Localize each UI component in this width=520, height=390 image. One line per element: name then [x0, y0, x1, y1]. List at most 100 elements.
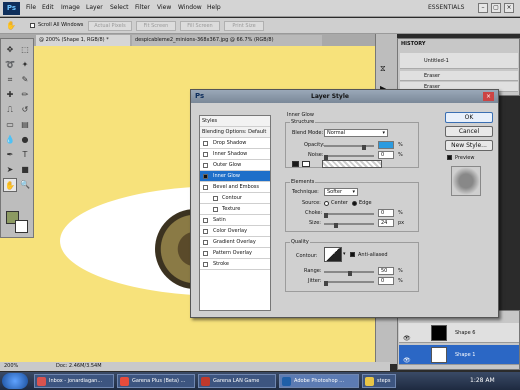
hand-tool-icon[interactable]: ✋	[3, 178, 17, 192]
menu-image[interactable]: Image	[61, 4, 80, 11]
glow-color-swatch[interactable]	[302, 161, 310, 167]
choke-slider[interactable]	[324, 213, 374, 215]
preview-checkbox[interactable]	[447, 155, 452, 160]
type-tool-icon[interactable]: T	[18, 148, 32, 162]
actual-pixels-button[interactable]: Actual Pixels	[88, 21, 132, 31]
taskbar-item-inbox[interactable]: Inbox - jonardiagan...	[34, 374, 114, 388]
styles-header[interactable]: Styles	[200, 116, 270, 127]
style-checkbox[interactable]	[203, 174, 208, 179]
source-center-radio[interactable]	[324, 201, 329, 206]
start-button[interactable]	[2, 373, 28, 389]
menu-filter[interactable]: Filter	[135, 4, 150, 11]
style-item[interactable]: Outer Glow	[200, 160, 270, 171]
style-checkbox[interactable]	[203, 218, 208, 223]
technique-select[interactable]: Softer ▾	[324, 188, 358, 196]
history-row[interactable]: Eraser	[400, 71, 518, 81]
anti-aliased-checkbox[interactable]	[350, 252, 355, 257]
style-checkbox[interactable]	[203, 152, 208, 157]
menu-edit[interactable]: Edit	[42, 4, 54, 11]
style-item[interactable]: Texture	[200, 204, 270, 215]
style-item[interactable]: Stroke	[200, 259, 270, 270]
size-slider-knob[interactable]	[334, 223, 338, 228]
jitter-slider-knob[interactable]	[324, 281, 328, 286]
menu-layer[interactable]: Layer	[86, 4, 103, 11]
dodge-tool-icon[interactable]: ●	[18, 133, 32, 147]
fill-screen-button[interactable]: Fill Screen	[180, 21, 220, 31]
marquee-tool-icon[interactable]: ⬚	[18, 43, 32, 57]
size-input[interactable]: 24	[378, 219, 394, 227]
dialog-close-button[interactable]: ×	[483, 92, 494, 101]
new-style-button[interactable]: New Style...	[445, 140, 493, 151]
style-checkbox[interactable]	[213, 207, 218, 212]
tab-minions-document[interactable]: despicableme2_minions-368x367.jpg @ 66.7…	[132, 35, 322, 46]
close-button[interactable]: ×	[504, 3, 514, 13]
tab-active-document[interactable]: @ 200% (Shape 1, RGB/8) *	[36, 35, 130, 46]
workspace-switcher[interactable]: ESSENTIALS	[428, 4, 464, 11]
cancel-button[interactable]: Cancel	[445, 126, 493, 137]
opacity-input[interactable]	[378, 141, 394, 149]
style-item[interactable]: Inner Shadow	[200, 149, 270, 160]
style-checkbox[interactable]	[203, 163, 208, 168]
style-checkbox[interactable]	[203, 251, 208, 256]
glow-color-radio[interactable]	[292, 161, 299, 167]
contour-picker[interactable]	[324, 247, 342, 262]
style-item[interactable]: Contour	[200, 193, 270, 204]
lasso-tool-icon[interactable]: ➰	[3, 58, 17, 72]
layer-row[interactable]: 👁 Shape 1	[399, 345, 519, 365]
blur-tool-icon[interactable]: 💧	[3, 133, 17, 147]
taskbar-item-garena-plus[interactable]: Garena Plus (Beta) ...	[117, 374, 195, 388]
taskbar-item-photoshop[interactable]: Adobe Photoshop ...	[279, 374, 359, 388]
noise-slider[interactable]	[324, 155, 374, 157]
taskbar-clock[interactable]: 1:28 AM	[470, 377, 495, 384]
glow-gradient-picker[interactable]	[322, 160, 382, 168]
jitter-input[interactable]: 0	[378, 277, 394, 285]
style-item[interactable]: Inner Glow	[200, 171, 270, 182]
style-checkbox[interactable]	[203, 185, 208, 190]
menu-help[interactable]: Help	[207, 4, 221, 11]
eraser-tool-icon[interactable]: ▭	[3, 118, 17, 132]
menu-window[interactable]: Window	[178, 4, 202, 11]
blend-mode-select[interactable]: Normal ▾	[324, 129, 388, 137]
style-item[interactable]: Drop Shadow	[200, 138, 270, 149]
range-input[interactable]: 50	[378, 267, 394, 275]
style-item[interactable]: Bevel and Emboss	[200, 182, 270, 193]
move-tool-icon[interactable]: ✥	[3, 43, 17, 57]
noise-input[interactable]: 0	[378, 151, 394, 159]
healing-tool-icon[interactable]: ✚	[3, 88, 17, 102]
menu-file[interactable]: File	[26, 4, 36, 11]
range-slider-knob[interactable]	[348, 271, 352, 276]
menu-select[interactable]: Select	[110, 4, 129, 11]
background-color-swatch[interactable]	[15, 220, 28, 233]
opacity-slider[interactable]	[324, 145, 374, 147]
taskbar-item-steps[interactable]: steps	[362, 374, 396, 388]
menu-view[interactable]: View	[157, 4, 171, 11]
stamp-tool-icon[interactable]: ⎍	[3, 103, 17, 117]
style-item[interactable]: Color Overlay	[200, 226, 270, 237]
zoom-level[interactable]: 200%	[4, 363, 18, 369]
eye-visibility-icon[interactable]: 👁	[403, 351, 411, 371]
size-slider[interactable]	[324, 223, 374, 225]
history-snapshot-row[interactable]: Untitled-1	[400, 53, 518, 69]
style-checkbox[interactable]	[203, 141, 208, 146]
layer-row[interactable]: 👁 Shape 6	[399, 323, 519, 343]
jitter-slider[interactable]	[324, 281, 374, 283]
style-checkbox[interactable]	[203, 240, 208, 245]
maximize-button[interactable]: ▢	[491, 3, 501, 13]
chevron-down-icon[interactable]: ▾	[343, 251, 346, 257]
path-selection-tool-icon[interactable]: ➤	[3, 163, 17, 177]
brush-tool-icon[interactable]: ✏	[18, 88, 32, 102]
source-edge-radio[interactable]	[352, 201, 357, 206]
ok-button[interactable]: OK	[445, 112, 493, 123]
eyedropper-tool-icon[interactable]: ✎	[18, 73, 32, 87]
fit-screen-button[interactable]: Fit Screen	[136, 21, 176, 31]
style-checkbox[interactable]	[213, 196, 218, 201]
shape-tool-icon[interactable]: ■	[18, 163, 32, 177]
scroll-all-checkbox[interactable]	[30, 23, 35, 28]
magic-wand-tool-icon[interactable]: ✦	[18, 58, 32, 72]
zoom-tool-icon[interactable]: 🔍	[18, 178, 32, 192]
history-brush-tool-icon[interactable]: ↺	[18, 103, 32, 117]
style-item[interactable]: Satin	[200, 215, 270, 226]
style-checkbox[interactable]	[203, 229, 208, 234]
style-item[interactable]: Pattern Overlay	[200, 248, 270, 259]
dialog-title-bar[interactable]: Ps Layer Style ×	[191, 90, 498, 103]
